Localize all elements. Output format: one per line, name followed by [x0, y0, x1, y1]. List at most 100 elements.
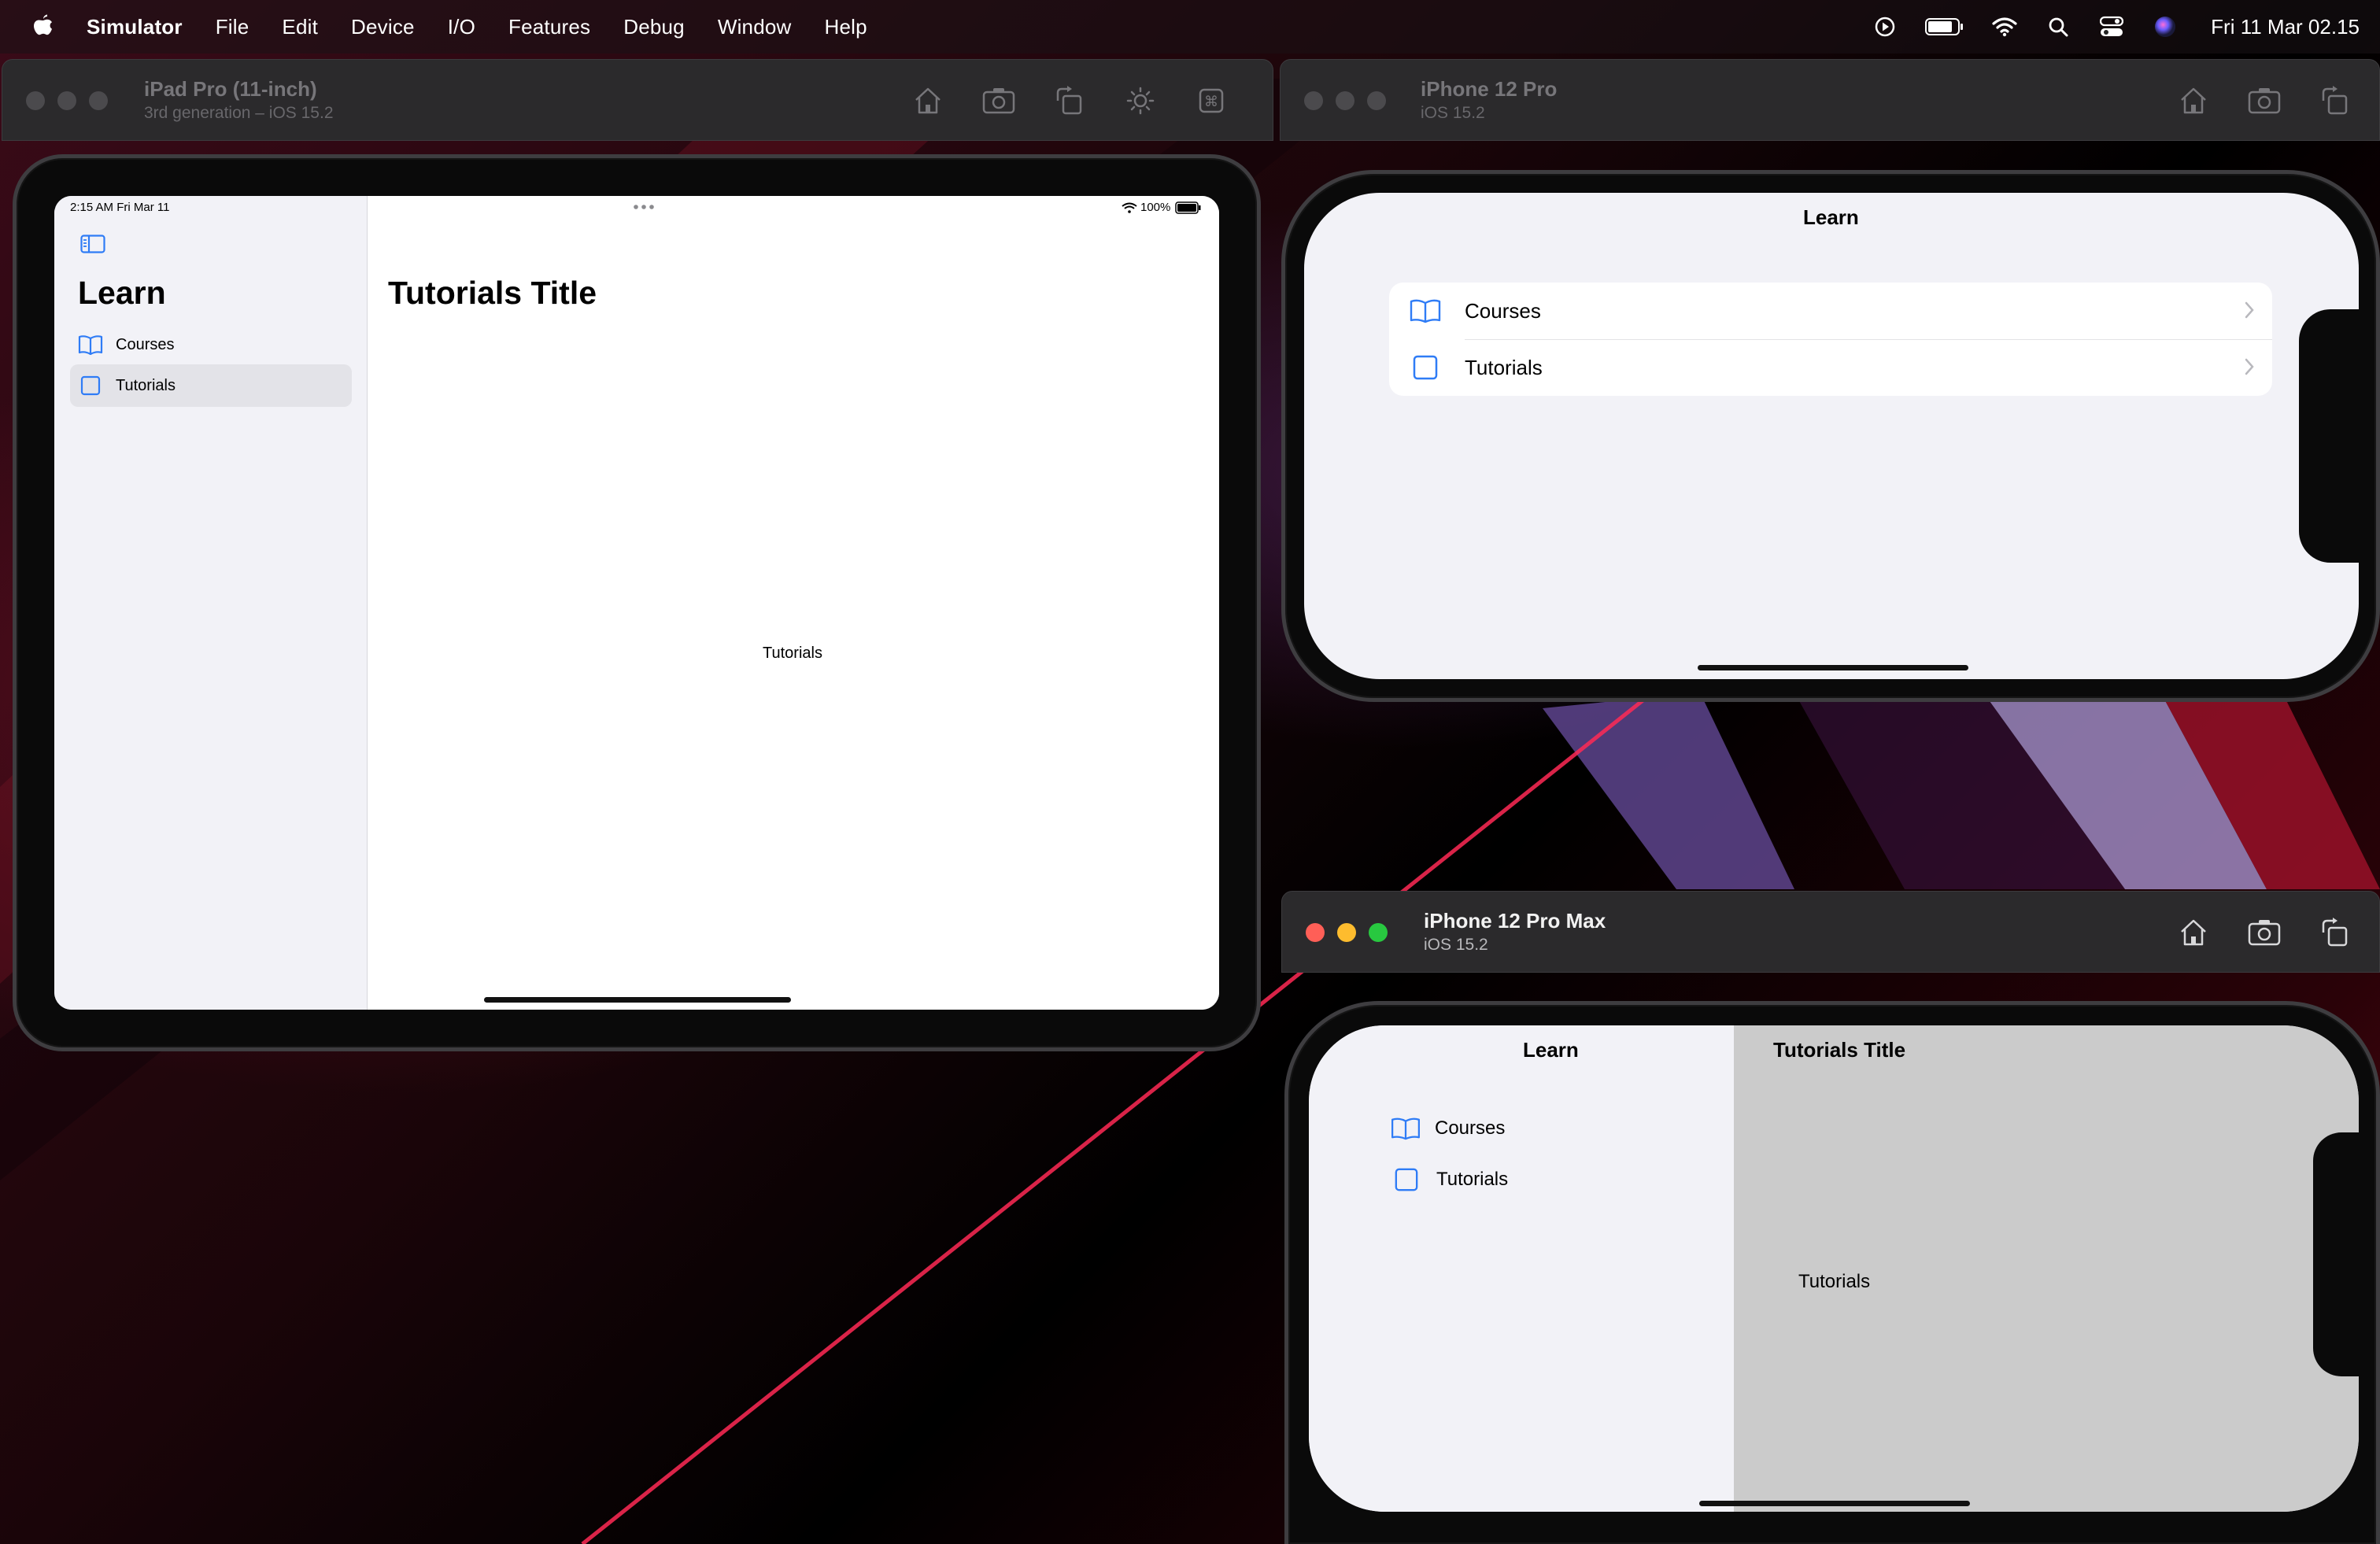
- window-controls: [1306, 923, 1400, 942]
- sidebar-item-label: Tutorials: [116, 376, 176, 394]
- list-item-label: Tutorials: [1465, 355, 1543, 379]
- sidebar-item-tutorials[interactable]: Tutorials: [70, 364, 352, 407]
- list-item-tutorials[interactable]: Tutorials: [1389, 339, 2272, 396]
- window-subtitle: 3rd generation – iOS 15.2: [144, 104, 334, 122]
- close-button[interactable]: [1306, 923, 1325, 942]
- minimize-button[interactable]: [1337, 923, 1356, 942]
- iphone-pro-max-screen: Learn Courses Tutorials Tutorials Title …: [1309, 1025, 2359, 1512]
- control-center-icon[interactable]: [2097, 13, 2126, 41]
- menu-bar-extras: Fri 11 Mar 02.15: [1871, 0, 2360, 54]
- book-icon: [1408, 294, 1443, 328]
- square-icon: [78, 373, 103, 398]
- menu-app-name[interactable]: Simulator: [87, 15, 183, 39]
- menu-window[interactable]: Window: [718, 15, 792, 39]
- iphone-pro-max-device-frame: Learn Courses Tutorials Tutorials Title …: [1284, 1001, 2380, 1544]
- list-item-courses[interactable]: Courses: [1389, 283, 2272, 339]
- iphone-pro-max-titlebar[interactable]: iPhone 12 Pro Max iOS 15.2: [1281, 891, 2380, 973]
- menu-help[interactable]: Help: [825, 15, 867, 39]
- home-icon[interactable]: [909, 82, 947, 120]
- device-notch: [2299, 309, 2362, 563]
- menu-edit[interactable]: Edit: [282, 15, 318, 39]
- battery-percent: 100%: [1140, 201, 1171, 214]
- detail-title: Tutorials Title: [1773, 1038, 1906, 1062]
- search-icon[interactable]: [2044, 13, 2072, 41]
- window-title: iPad Pro (11-inch): [144, 77, 317, 101]
- menu-io[interactable]: I/O: [448, 15, 475, 39]
- screenshot-icon[interactable]: [2245, 914, 2283, 951]
- zoom-button[interactable]: [1369, 923, 1388, 942]
- nav-title: Learn: [1803, 205, 1859, 229]
- detail-title: Tutorials Title: [388, 275, 597, 311]
- square-icon: [1408, 350, 1443, 385]
- minimize-button[interactable]: [1336, 91, 1354, 110]
- home-indicator[interactable]: [1699, 1501, 1970, 1506]
- ipad-detail-pane: 100% Tutorials Title Tutorials: [368, 196, 1219, 1010]
- zoom-button[interactable]: [89, 91, 108, 110]
- menu-debug[interactable]: Debug: [623, 15, 685, 39]
- home-indicator[interactable]: [484, 997, 791, 1003]
- menu-clock[interactable]: Fri 11 Mar 02.15: [2211, 15, 2360, 39]
- play-circle-icon[interactable]: [1871, 13, 1899, 41]
- sidebar-item-label: Tutorials: [1436, 1169, 1509, 1190]
- chevron-right-icon: [2244, 300, 2255, 326]
- iphone-pro-titlebar[interactable]: iPhone 12 Pro iOS 15.2: [1280, 59, 2380, 141]
- home-indicator[interactable]: [1698, 665, 1968, 670]
- sidebar-item-courses[interactable]: Courses: [1391, 1117, 1505, 1140]
- sidebar-pane: Learn Courses Tutorials: [1309, 1025, 1734, 1512]
- detail-body: Tutorials: [763, 645, 822, 662]
- status-right: 100%: [1122, 201, 1202, 214]
- square-icon: [1394, 1167, 1419, 1192]
- device-notch: [2313, 1132, 2363, 1376]
- status-time: 2:15 AM Fri Mar 11: [70, 201, 170, 214]
- ipad-sidebar: 2:15 AM Fri Mar 11 Learn Courses Tutoria…: [54, 196, 368, 1010]
- detail-body: Tutorials: [1798, 1271, 1871, 1292]
- screenshot-icon[interactable]: [980, 82, 1018, 120]
- rotate-icon[interactable]: [2316, 914, 2354, 951]
- detail-pane: Tutorials Title Tutorials: [1734, 1025, 2359, 1512]
- window-subtitle: iOS 15.2: [1421, 104, 1485, 122]
- close-button[interactable]: [1304, 91, 1323, 110]
- home-icon[interactable]: [2175, 914, 2212, 951]
- apple-menu-icon[interactable]: [30, 13, 55, 41]
- brightness-icon[interactable]: [1122, 82, 1159, 120]
- window-controls: [26, 91, 120, 110]
- rotate-icon[interactable]: [2316, 82, 2354, 120]
- toolbar: ⌘: [876, 82, 1230, 120]
- rotate-icon[interactable]: [1051, 82, 1088, 120]
- close-button[interactable]: [26, 91, 45, 110]
- sidebar-title: Learn: [1523, 1038, 1579, 1062]
- list-item-label: Courses: [1465, 298, 1541, 323]
- toolbar: [2142, 914, 2354, 951]
- sidebar-item-tutorials[interactable]: Tutorials: [1394, 1167, 1508, 1192]
- svg-text:⌘: ⌘: [1204, 94, 1218, 110]
- window-controls: [1304, 91, 1399, 110]
- sidebar-toggle-icon[interactable]: [80, 235, 105, 257]
- siri-icon[interactable]: [2151, 13, 2179, 41]
- iphone-pro-device-frame: Learn Courses Tutorials: [1281, 170, 2380, 702]
- keyboard-shortcut-icon[interactable]: ⌘: [1192, 82, 1230, 120]
- zoom-button[interactable]: [1367, 91, 1386, 110]
- battery-icon: [1175, 201, 1201, 214]
- menu-device[interactable]: Device: [351, 15, 415, 39]
- window-title: iPhone 12 Pro: [1421, 77, 1558, 101]
- minimize-button[interactable]: [57, 91, 76, 110]
- sidebar-item-label: Courses: [116, 335, 175, 353]
- list-group: Courses Tutorials: [1389, 283, 2272, 396]
- sidebar-title: Learn: [78, 275, 166, 311]
- screenshot-icon[interactable]: [2245, 82, 2283, 120]
- menu-bar: Simulator File Edit Device I/O Features …: [0, 0, 2380, 54]
- window-title: iPhone 12 Pro Max: [1424, 909, 1606, 933]
- book-icon: [78, 332, 103, 357]
- ipad-titlebar[interactable]: iPad Pro (11-inch) 3rd generation – iOS …: [2, 59, 1273, 141]
- battery-icon[interactable]: [1924, 13, 1965, 41]
- home-icon[interactable]: [2175, 82, 2212, 120]
- sidebar-item-label: Courses: [1435, 1117, 1506, 1139]
- menu-file[interactable]: File: [216, 15, 249, 39]
- wifi-icon[interactable]: [1990, 13, 2019, 41]
- sidebar-item-courses[interactable]: Courses: [70, 323, 352, 366]
- menu-features[interactable]: Features: [508, 15, 590, 39]
- iphone-pro-screen: Learn Courses Tutorials: [1304, 193, 2359, 679]
- ipad-screen: 2:15 AM Fri Mar 11 Learn Courses Tutoria…: [54, 196, 1219, 1010]
- multitasking-dots-icon[interactable]: [632, 201, 656, 215]
- ipad-device-frame: 2:15 AM Fri Mar 11 Learn Courses Tutoria…: [13, 154, 1261, 1051]
